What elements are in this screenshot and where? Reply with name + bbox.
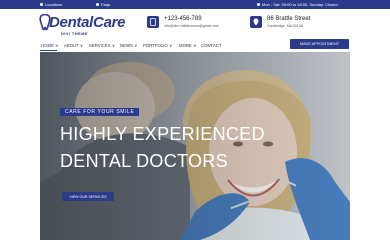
nav-portfolio[interactable]: PORTFOLIO ∨ — [143, 43, 172, 49]
hero-tagline: CARE FOR YOUR SMILE — [60, 108, 140, 116]
phone-icon — [147, 16, 159, 28]
make-appointment-button[interactable]: MAKE APPOINTMENT — [290, 39, 349, 49]
city-address: Cambridge, MA 02138 — [267, 24, 303, 28]
faqs-link[interactable]: Faqs — [96, 2, 110, 7]
logo-tagline: DIVI THEME — [61, 31, 88, 36]
locations-label: Locations — [45, 2, 63, 7]
nav-home[interactable]: HOME ∨ — [41, 43, 58, 49]
nav-services[interactable]: SERVICES ∨ — [89, 43, 115, 49]
hero-title-line1: HIGHLY EXPERIENCED — [60, 124, 265, 144]
email-address[interactable]: info@divi childthemes@gmail.com — [164, 24, 219, 28]
nav-news[interactable]: NEWS ∨ — [120, 43, 137, 49]
nav-about[interactable]: ABOUT ∨ — [64, 43, 83, 49]
view-services-button[interactable]: VIEW OUR SERVICES — [62, 192, 114, 201]
clock-icon — [257, 3, 260, 6]
locations-link[interactable]: Locations — [40, 2, 62, 7]
opening-hours: Mon - Sat: 09:00 to 18:00, Sunday: Close… — [257, 2, 338, 7]
phone-number[interactable]: +123-456-789 — [164, 16, 219, 22]
address-block: 86 Brattle Street Cambridge, MA 02138 — [250, 16, 310, 28]
top-bar: Locations Faqs Mon - Sat: 09:00 to 18:00… — [0, 0, 390, 9]
question-icon — [96, 3, 99, 6]
phone-block: +123-456-789 info@divi childthemes@gmail… — [147, 16, 219, 28]
location-icon — [250, 16, 262, 28]
active-nav-indicator — [40, 50, 57, 51]
hero-title-line2: DENTAL DOCTORS — [60, 151, 228, 171]
nav-more[interactable]: MORE ∨ — [179, 43, 196, 49]
faqs-label: Faqs — [101, 2, 110, 7]
street-address: 86 Brattle Street — [267, 16, 311, 22]
hero-photo — [40, 52, 350, 240]
logo-name[interactable]: DentalCare — [49, 14, 126, 31]
location-pin-icon — [40, 3, 43, 6]
hero-banner: CARE FOR YOUR SMILE HIGHLY EXPERIENCED D… — [40, 52, 350, 240]
hours-label: Mon - Sat: 09:00 to 18:00, Sunday: Close… — [262, 2, 338, 7]
nav-contact[interactable]: CONTACT — [201, 43, 221, 48]
